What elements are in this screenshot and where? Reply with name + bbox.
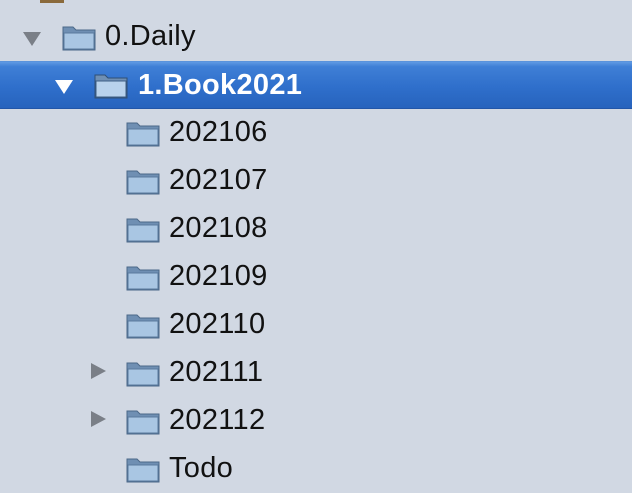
- tree-item-label: 202112: [169, 404, 266, 436]
- folder-icon: [126, 215, 160, 243]
- folder-icon: [126, 359, 160, 387]
- tree-item-label: 202111: [169, 356, 264, 388]
- tree-row-0-daily[interactable]: 0.Daily: [0, 13, 632, 61]
- disclosure-expanded-icon[interactable]: [22, 28, 42, 48]
- tree-item-label: 202110: [169, 308, 266, 340]
- tree-item-label: 202106: [169, 116, 268, 148]
- folder-icon: [126, 455, 160, 483]
- tree-row-202107[interactable]: 202107: [0, 157, 632, 205]
- tree-item-label: 202107: [169, 164, 268, 196]
- folder-icon: [126, 407, 160, 435]
- folder-icon: [126, 311, 160, 339]
- tree-row-202106[interactable]: 202106: [0, 109, 632, 157]
- disclosure-expanded-icon[interactable]: [54, 76, 74, 96]
- folder-icon: [126, 167, 160, 195]
- folder-icon: [126, 263, 160, 291]
- folder-icon: [126, 119, 160, 147]
- tree-item-label: Todo: [169, 452, 234, 484]
- disclosure-collapsed-icon[interactable]: [88, 361, 108, 381]
- tree-item-label: 1.Book2021: [138, 69, 303, 101]
- folder-icon: [94, 71, 128, 99]
- tree-row-202110[interactable]: 202110: [0, 301, 632, 349]
- tree-item-label: 0.Daily: [105, 20, 196, 52]
- disclosure-collapsed-icon[interactable]: [88, 409, 108, 429]
- tree-row-202108[interactable]: 202108: [0, 205, 632, 253]
- folder-icon: [62, 23, 96, 51]
- tree-row-1-book2021[interactable]: 1.Book2021: [0, 61, 632, 109]
- tree-row-202112[interactable]: 202112: [0, 397, 632, 445]
- tree-row-202111[interactable]: 202111: [0, 349, 632, 397]
- folder-tree: 0.Daily 1.Book2021 202106 202107 202108 …: [0, 0, 632, 486]
- tree-item-label: 202109: [169, 260, 268, 292]
- tree-item-label: 202108: [169, 212, 268, 244]
- partial-row-cutoff: [40, 0, 240, 6]
- tree-row-202109[interactable]: 202109: [0, 253, 632, 301]
